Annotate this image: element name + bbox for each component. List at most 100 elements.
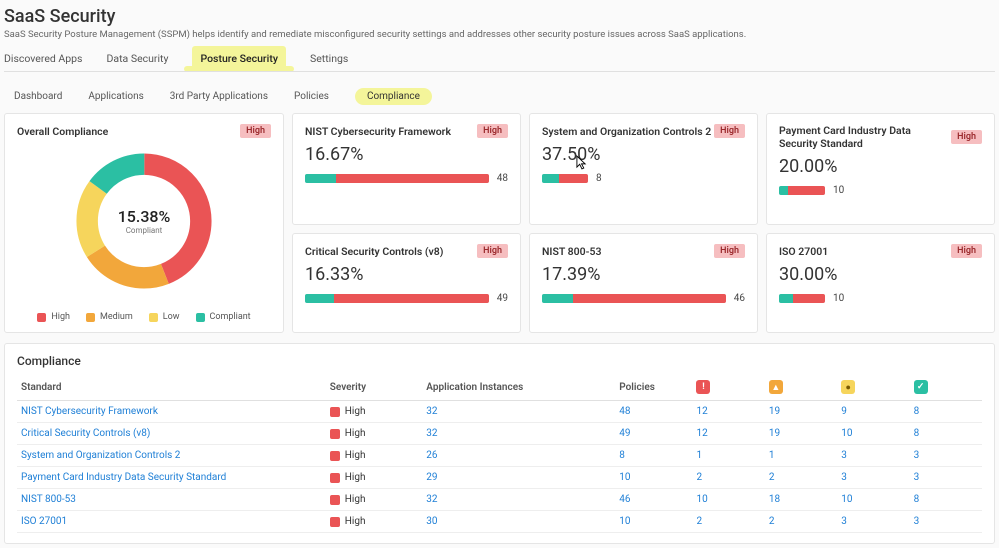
th-low[interactable]: ● [837,374,909,401]
th-compliant[interactable]: ✓ [910,374,982,401]
tab-data-security[interactable]: Data Security [106,46,168,71]
cell-low[interactable]: 3 [837,467,909,489]
cell-medium[interactable]: 1 [765,445,837,467]
framework-name: Critical Security Controls (v8) [305,245,443,258]
card-overall-compliance: Overall Compliance High 15.38% Compliant… [4,113,284,333]
card-framework: System and Organization Controls 2High 37… [529,113,758,225]
tab-settings[interactable]: Settings [310,46,348,71]
cell-high[interactable]: 2 [692,467,764,489]
th-medium[interactable]: ▲ [765,374,837,401]
framework-severity: High [477,124,508,138]
cell-high[interactable]: 1 [692,445,764,467]
overall-title: Overall Compliance [17,125,108,138]
cell-low[interactable]: 9 [837,401,909,423]
framework-total: 10 [833,293,844,304]
legend-swatch-high [37,313,46,322]
cell-instances[interactable]: 26 [422,445,615,467]
legend-compliant: Compliant [210,312,251,322]
framework-percent: 37.50% [542,144,745,165]
card-framework: Payment Card Industry Data Security Stan… [766,113,995,225]
page-subtitle: SaaS Security Posture Management (SSPM) … [4,29,995,40]
framework-bar [542,174,588,183]
cell-compliant[interactable]: 3 [910,511,982,533]
framework-name: NIST Cybersecurity Framework [305,125,451,138]
cell-compliant[interactable]: 8 [910,423,982,445]
severity-icon [330,407,340,417]
overall-severity: High [240,124,271,138]
th-severity[interactable]: Severity [326,374,423,401]
cell-standard[interactable]: Payment Card Industry Data Security Stan… [17,467,326,489]
cell-policies[interactable]: 8 [615,445,692,467]
cell-policies[interactable]: 48 [615,401,692,423]
card-framework: NIST Cybersecurity Framework High 16.67% 48 [292,113,521,225]
th-standard[interactable]: Standard [17,374,326,401]
framework-name: NIST 800-53 [542,245,602,258]
legend-medium: Medium [100,312,133,322]
sub-tabs: Dashboard Applications 3rd Party Applica… [4,80,995,113]
circle-icon: ● [841,380,855,394]
severity-icon [330,429,340,439]
tab-discovered-apps[interactable]: Discovered Apps [4,46,82,71]
cell-standard[interactable]: Critical Security Controls (v8) [17,423,326,445]
th-high[interactable]: ! [692,374,764,401]
subtab-compliance[interactable]: Compliance [355,88,432,105]
severity-icon [330,517,340,527]
framework-severity: High [714,124,745,138]
table-row: ISO 27001High30102233 [17,511,982,533]
cell-instances[interactable]: 32 [422,401,615,423]
framework-percent: 16.67% [305,144,508,165]
subtab-3rd-party[interactable]: 3rd Party Applications [170,88,268,105]
cell-low[interactable]: 10 [837,423,909,445]
cell-medium[interactable]: 2 [765,511,837,533]
framework-name: System and Organization Controls 2 [542,125,711,138]
legend-high: High [51,312,70,322]
framework-bar [779,186,825,195]
framework-name: ISO 27001 [779,245,828,258]
th-policies[interactable]: Policies [615,374,692,401]
card-framework: NIST 800-53High17.39%46 [529,233,758,333]
cell-instances[interactable]: 30 [422,511,615,533]
cell-medium[interactable]: 19 [765,401,837,423]
framework-bar [305,174,489,183]
cell-policies[interactable]: 10 [615,511,692,533]
cell-compliant[interactable]: 3 [910,467,982,489]
cell-medium[interactable]: 2 [765,467,837,489]
framework-percent: 17.39% [542,264,745,285]
framework-bar [779,294,825,303]
cell-instances[interactable]: 32 [422,423,615,445]
framework-percent: 16.33% [305,264,508,285]
cell-severity: High [326,401,423,423]
legend-swatch-low [149,313,158,322]
legend-low: Low [163,312,180,322]
cell-high[interactable]: 12 [692,423,764,445]
overall-legend: High Medium Low Compliant [37,312,250,322]
subtab-policies[interactable]: Policies [294,88,329,105]
cell-high[interactable]: 12 [692,401,764,423]
cell-low[interactable]: 3 [837,511,909,533]
subtab-dashboard[interactable]: Dashboard [14,88,62,105]
tab-posture-security[interactable]: Posture Security [192,46,286,71]
cell-compliant[interactable]: 3 [910,445,982,467]
cell-compliant[interactable]: 8 [910,401,982,423]
cell-low[interactable]: 3 [837,445,909,467]
framework-total: 8 [596,173,602,184]
framework-total: 48 [497,173,508,184]
cursor-icon [576,155,587,170]
th-instances[interactable]: Application Instances [422,374,615,401]
cell-standard[interactable]: ISO 27001 [17,511,326,533]
cell-high[interactable]: 2 [692,511,764,533]
cell-standard[interactable]: System and Organization Controls 2 [17,445,326,467]
framework-total: 46 [734,293,745,304]
cell-standard[interactable]: NIST Cybersecurity Framework [17,401,326,423]
cell-severity: High [326,511,423,533]
page-title: SaaS Security [4,6,995,27]
subtab-applications[interactable]: Applications [88,88,143,105]
warning-icon: ▲ [769,380,783,394]
framework-name: Payment Card Industry Data Security Stan… [779,124,951,150]
framework-severity: High [477,244,508,258]
cell-policies[interactable]: 49 [615,423,692,445]
table-row: System and Organization Controls 2High26… [17,445,982,467]
cell-medium[interactable]: 19 [765,423,837,445]
cell-instances[interactable]: 29 [422,467,615,489]
cell-policies[interactable]: 10 [615,467,692,489]
